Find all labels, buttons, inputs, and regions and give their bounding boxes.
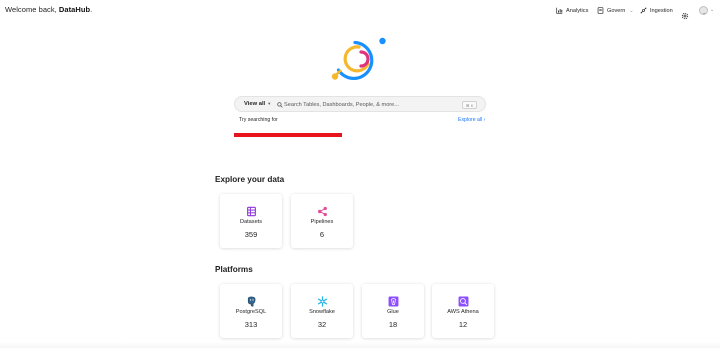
card-count: 32 (317, 320, 327, 329)
search-shortcut-hint: ⌘ K (462, 101, 477, 109)
aws-athena-icon (458, 296, 468, 307)
top-bar: Welcome back, DataHub. Analytics Govern … (0, 0, 720, 24)
search-icon (277, 101, 283, 108)
snowflake-card[interactable]: Snowflake 32 (291, 284, 353, 338)
card-label: AWS Athena (447, 309, 479, 315)
nav-ingestion-label: Ingestion (650, 7, 673, 14)
settings-button[interactable] (681, 7, 689, 25)
snowflake-icon (317, 296, 327, 307)
welcome-suffix: . (90, 5, 93, 14)
welcome-name: DataHub (58, 5, 91, 14)
pipelines-card[interactable]: Pipelines 6 (291, 194, 353, 248)
search-bar: View all ▾ ⌘ K (234, 96, 486, 112)
chevron-down-icon: ⌄ (629, 7, 634, 14)
aws-athena-card[interactable]: AWS Athena 12 (432, 284, 494, 338)
page-bottom-edge (0, 342, 720, 348)
gear-icon (681, 12, 689, 20)
nav-govern[interactable]: Govern ⌄ (597, 7, 634, 14)
card-label: Snowflake (309, 309, 335, 315)
platforms-section-title: Platforms (215, 265, 253, 274)
bar-chart-icon (556, 7, 563, 14)
card-label: Datasets (239, 219, 263, 225)
postgresql-card[interactable]: PostgreSQL 313 (220, 284, 282, 338)
card-count: 12 (458, 320, 468, 329)
card-count: 313 (244, 320, 258, 329)
datahub-logo (331, 37, 386, 81)
welcome-prefix: Welcome back, (5, 5, 59, 14)
datasets-card[interactable]: Datasets 359 (220, 194, 282, 248)
card-count: 359 (244, 230, 258, 239)
postgresql-icon (247, 296, 255, 307)
caret-down-icon: ▾ (268, 101, 271, 106)
explore-all-link[interactable]: Explore all › (458, 117, 485, 123)
nav-analytics[interactable]: Analytics (556, 7, 588, 14)
pipeline-icon (317, 206, 327, 217)
card-count: 18 (388, 320, 398, 329)
user-avatar[interactable] (699, 6, 708, 15)
book-icon (597, 7, 604, 14)
card-count: 6 (319, 230, 325, 239)
aws-glue-icon (388, 296, 398, 307)
search-input[interactable] (284, 100, 459, 110)
explore-section-title: Explore your data (215, 175, 285, 184)
welcome-message: Welcome back, DataHub. (5, 5, 92, 14)
nav-analytics-label: Analytics (566, 7, 589, 14)
try-searching-label: Try searching for (239, 117, 278, 123)
api-icon (640, 7, 647, 14)
nav-ingestion[interactable]: Ingestion (640, 7, 673, 14)
card-label: PostgreSQL (235, 309, 267, 315)
glue-card[interactable]: Glue 18 (362, 284, 424, 338)
search-scope-select[interactable]: View all ▾ (244, 101, 270, 107)
card-label: Pipelines (310, 219, 334, 225)
user-icon (702, 12, 707, 14)
dataset-icon (246, 206, 256, 217)
redacted-suggestions (234, 133, 342, 137)
search-scope-label: View all (244, 101, 266, 107)
nav-govern-label: Govern (607, 7, 626, 14)
card-label: Glue (387, 309, 399, 315)
avatar-chevron-down-icon[interactable]: ⌄ (710, 7, 714, 13)
